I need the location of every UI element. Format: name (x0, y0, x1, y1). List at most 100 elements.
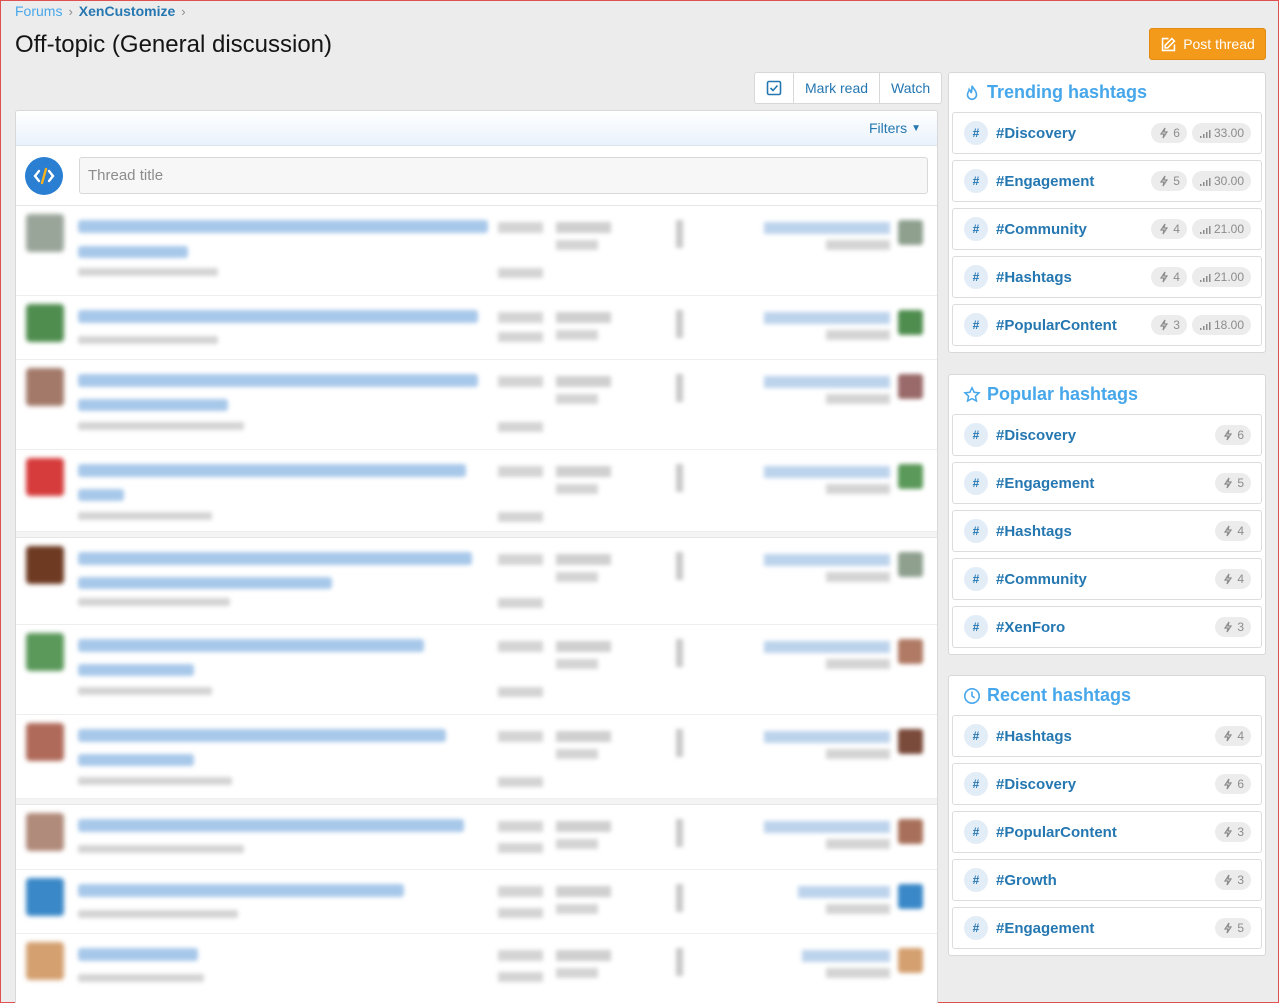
avatar[interactable] (898, 729, 923, 754)
tag-name[interactable]: #XenForo (996, 619, 1210, 636)
avatar[interactable] (26, 633, 64, 671)
signal-icon (1199, 130, 1211, 138)
thread-row[interactable] (16, 934, 937, 1003)
uses-count: 4 (1173, 222, 1180, 236)
recent-tag-item[interactable]: # #Discovery 6 (952, 763, 1262, 805)
breadcrumb: Forums › XenCustomize › (15, 3, 186, 19)
uses-count: 3 (1173, 318, 1180, 332)
uses-badge: 5 (1215, 918, 1251, 938)
tag-name[interactable]: #Growth (996, 872, 1210, 889)
avatar[interactable] (26, 214, 64, 252)
hash-icon: # (964, 820, 988, 844)
popular-tag-item[interactable]: # #Discovery 6 (952, 414, 1262, 456)
popular-tag-item[interactable]: # #Engagement 5 (952, 462, 1262, 504)
avatar[interactable] (898, 948, 923, 973)
tag-name[interactable]: #PopularContent (996, 317, 1146, 334)
avatar[interactable] (26, 723, 64, 761)
recent-tag-item[interactable]: # #Engagement 5 (952, 907, 1262, 949)
tag-name[interactable]: #Discovery (996, 125, 1146, 142)
thread-row[interactable] (16, 805, 937, 870)
filters-dropdown[interactable]: Filters (869, 120, 907, 136)
uses-badge: 6 (1151, 123, 1187, 143)
score-value: 33.00 (1213, 126, 1244, 140)
avatar[interactable] (898, 819, 923, 844)
thread-row[interactable] (16, 625, 937, 715)
bolt-icon (1224, 477, 1233, 489)
chevron-right-icon: › (181, 3, 186, 19)
hash-icon: # (964, 423, 988, 447)
score-badge: 21.00 (1191, 219, 1251, 239)
thread-title-input[interactable] (79, 157, 928, 194)
thread-row[interactable] (16, 870, 937, 934)
uses-badge: 4 (1215, 521, 1251, 541)
popular-tag-item[interactable]: # #Hashtags 4 (952, 510, 1262, 552)
trending-tag-item[interactable]: # #Engagement 5 30.00 (952, 160, 1262, 202)
thread-row[interactable] (16, 450, 937, 532)
tag-name[interactable]: #Engagement (996, 920, 1210, 937)
avatar[interactable] (26, 546, 64, 584)
tag-name[interactable]: #Hashtags (996, 728, 1210, 745)
tag-name[interactable]: #Hashtags (996, 523, 1210, 540)
bolt-icon (1224, 778, 1233, 790)
recent-tag-item[interactable]: # #Hashtags 4 (952, 715, 1262, 757)
quick-thread-row (16, 146, 937, 206)
tag-name[interactable]: #Engagement (996, 173, 1146, 190)
avatar[interactable] (898, 374, 923, 399)
mark-read-button[interactable]: Mark read (793, 73, 879, 103)
avatar[interactable] (898, 884, 923, 909)
bolt-icon (1224, 621, 1233, 633)
watch-button[interactable]: Watch (879, 73, 941, 103)
avatar[interactable] (26, 304, 64, 342)
tag-name[interactable]: #Community (996, 221, 1146, 238)
tag-name[interactable]: #PopularContent (996, 824, 1210, 841)
select-threads-button[interactable] (755, 73, 793, 103)
uses-count: 4 (1237, 729, 1244, 743)
popular-tag-item[interactable]: # #XenForo 3 (952, 606, 1262, 648)
tag-name[interactable]: #Discovery (996, 427, 1210, 444)
avatar[interactable] (898, 310, 923, 335)
bolt-icon (1160, 127, 1169, 139)
popular-hashtags-widget: Popular hashtags # #Discovery 6 # #Engageme… (948, 374, 1266, 655)
avatar[interactable] (898, 464, 923, 489)
hash-icon: # (964, 471, 988, 495)
tag-name[interactable]: #Hashtags (996, 269, 1146, 286)
avatar[interactable] (26, 368, 64, 406)
score-value: 30.00 (1213, 174, 1244, 188)
thread-row[interactable] (16, 538, 937, 625)
forum-logo-icon (25, 156, 63, 195)
tag-name[interactable]: #Discovery (996, 776, 1210, 793)
avatar[interactable] (26, 813, 64, 851)
thread-row[interactable] (16, 206, 937, 296)
popular-tag-item[interactable]: # #Community 4 (952, 558, 1262, 600)
recent-tag-item[interactable]: # #Growth 3 (952, 859, 1262, 901)
uses-count: 6 (1237, 428, 1244, 442)
avatar[interactable] (26, 942, 64, 980)
score-badge: 21.00 (1191, 267, 1251, 287)
trending-title: Trending hashtags (987, 82, 1148, 102)
signal-icon (1199, 226, 1211, 234)
thread-row[interactable] (16, 360, 937, 450)
hash-icon: # (964, 265, 988, 289)
trending-tag-item[interactable]: # #Hashtags 4 21.00 (952, 256, 1262, 298)
score-value: 21.00 (1213, 222, 1244, 236)
score-badge: 33.00 (1191, 123, 1251, 143)
breadcrumb-forums-link[interactable]: Forums (15, 3, 62, 19)
avatar[interactable] (26, 458, 64, 496)
tag-name[interactable]: #Engagement (996, 475, 1210, 492)
trending-tag-item[interactable]: # #PopularContent 3 18.00 (952, 304, 1262, 346)
avatar[interactable] (898, 639, 923, 664)
breadcrumb-xencustomize-link[interactable]: XenCustomize (79, 3, 175, 19)
thread-row[interactable] (16, 296, 937, 360)
thread-list: Filters ▼ (15, 110, 938, 1003)
avatar[interactable] (898, 552, 923, 577)
trending-tag-item[interactable]: # #Discovery 6 33.00 (952, 112, 1262, 154)
tag-name[interactable]: #Community (996, 571, 1210, 588)
thread-row[interactable] (16, 715, 937, 799)
avatar[interactable] (898, 220, 923, 245)
score-value: 21.00 (1213, 270, 1244, 284)
recent-tag-item[interactable]: # #PopularContent 3 (952, 811, 1262, 853)
avatar[interactable] (26, 878, 64, 916)
post-thread-button[interactable]: Post thread (1149, 28, 1266, 60)
trending-tag-item[interactable]: # #Community 4 21.00 (952, 208, 1262, 250)
score-badge: 30.00 (1191, 171, 1251, 191)
